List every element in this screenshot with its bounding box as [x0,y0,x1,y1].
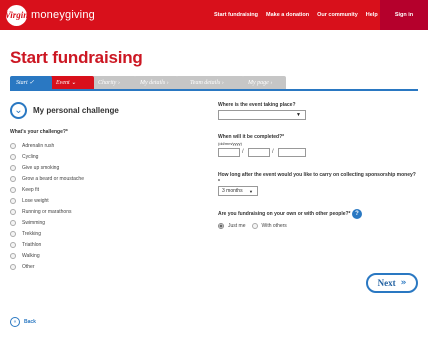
challenge-option-label: Swimming [22,219,46,226]
back-link-label: Back [24,319,36,325]
challenge-option[interactable]: Lose weight [10,195,84,206]
radio-button[interactable] [10,197,16,204]
challenge-option-label: Triathlon [22,241,42,248]
radio-button[interactable] [251,223,258,229]
team-option-just-me[interactable]: Just me [228,223,246,229]
sponsorship-question-text: How long after the event would you like … [218,172,416,178]
help-icon[interactable]: ? [352,209,362,219]
next-button[interactable]: Next » [366,273,418,293]
radio-button[interactable] [10,153,16,160]
challenge-option-label: Walking [22,252,40,259]
next-button-label: Next [377,278,396,288]
radio-button[interactable] [10,142,16,149]
radio-button[interactable] [10,208,16,215]
brand-name: moneygiving [31,9,95,21]
challenge-option[interactable]: Other [10,261,84,272]
section-heading-text: My personal challenge [33,106,119,115]
nav-make-donation[interactable]: Make a donation [266,12,309,18]
step-my-page: My page › [242,76,286,89]
sponsorship-duration-value: 3 months [222,188,243,194]
date-format-hint: (dd/mm/yyyy) [218,141,242,146]
challenge-option[interactable]: Trekking [10,228,84,239]
challenge-option[interactable]: Triathlon [10,239,84,250]
page-title: Start fundraising [10,48,143,67]
nav-help[interactable]: Help [366,12,378,18]
nav-start-fundraising[interactable]: Start fundraising [214,12,258,18]
challenge-option-label: Grow a beard or moustache [22,175,84,182]
radio-button[interactable] [10,263,16,270]
chevron-left-icon: « [10,317,20,327]
team-question: Are you fundraising on your own or with … [218,211,351,217]
radio-button[interactable] [10,175,16,182]
double-chevron-right-icon: » [400,278,407,288]
challenge-option[interactable]: Walking [10,250,84,261]
main-nav: Start fundraising Make a donation Our co… [214,0,386,30]
radio-button[interactable] [10,241,16,248]
step-event[interactable]: Event ⌄ [50,76,94,89]
radio-button[interactable] [10,230,16,237]
challenge-option[interactable]: Keep fit [10,184,84,195]
radio-button[interactable] [10,252,16,259]
dropdown-caret-icon: ▼ [249,189,253,194]
radio-button-selected[interactable] [218,223,224,229]
month-input[interactable] [248,148,270,157]
challenge-option-label: Cycling [22,153,39,160]
chevron-down-icon: ⌄ [10,102,27,119]
date-separator: / [272,149,274,155]
dropdown-caret-icon: ▼ [296,112,301,118]
team-options: Just me With others [218,223,293,229]
challenge-option-label: Trekking [22,230,41,237]
nav-our-community[interactable]: Our community [317,12,358,18]
sponsorship-duration-select[interactable]: 3 months ▼ [218,186,258,196]
challenge-option-label: Running or marathons [22,208,72,215]
step-start[interactable]: Start ✓ [10,76,52,89]
virgin-logo-mark: Virgin [5,4,28,26]
challenge-option-label: Give up smoking [22,164,60,171]
challenge-option[interactable]: Adrenalin rush [10,140,84,151]
challenge-option-label: Other [22,263,35,270]
sponsorship-required-mark: * [218,179,220,185]
radio-button[interactable] [10,219,16,226]
back-link[interactable]: « Back [10,317,36,327]
location-select[interactable]: ▼ [218,110,306,120]
day-input[interactable] [218,148,240,157]
completion-question: When will it be completed?* [218,134,285,140]
challenge-option-label: Lose weight [22,197,49,204]
step-team-details: Team details › [176,76,244,89]
challenge-option[interactable]: Running or marathons [10,206,84,217]
challenge-option[interactable]: Give up smoking [10,162,84,173]
step-my-details: My details › [134,76,178,89]
challenge-question: What's your challenge?* [10,129,68,135]
date-separator: / [242,149,244,155]
radio-button[interactable] [10,186,16,193]
challenge-option-label: Keep fit [22,186,39,193]
top-navigation-bar: Virgin moneygiving Start fundraising Mak… [0,0,428,30]
progress-steps: Start ✓ Event ⌄ Charity › My details › T… [10,76,418,91]
sponsorship-question: How long after the event would you like … [218,172,423,178]
challenge-option-label: Adrenalin rush [22,142,55,149]
location-question: Where is the event taking place? [218,102,296,108]
challenge-option[interactable]: Swimming [10,217,84,228]
team-option-with-others[interactable]: With others [262,223,287,229]
year-input[interactable] [278,148,306,157]
sign-in-button[interactable]: Sign in [380,0,428,30]
challenge-option[interactable]: Grow a beard or moustache [10,173,84,184]
step-charity: Charity › [92,76,136,89]
radio-button[interactable] [10,164,16,171]
challenge-option[interactable]: Cycling [10,151,84,162]
challenge-options: Adrenalin rush Cycling Give up smoking G… [10,140,84,272]
moneygiving-logo[interactable]: Virgin moneygiving [5,4,95,26]
section-heading: ⌄ My personal challenge [10,102,119,119]
